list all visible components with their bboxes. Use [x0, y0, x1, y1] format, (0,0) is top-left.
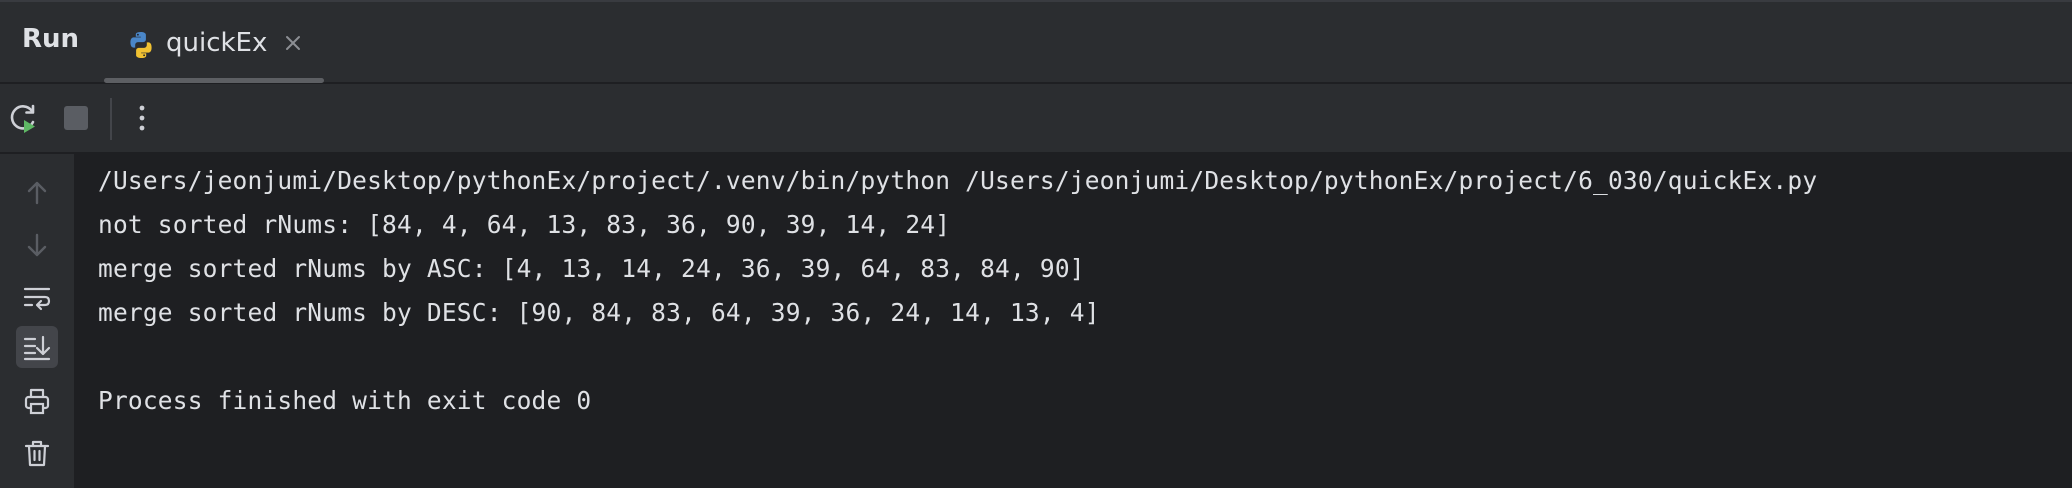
scroll-to-end-icon[interactable]: [16, 326, 58, 368]
console-line: merge sorted rNums by ASC: [4, 13, 14, 2…: [98, 254, 1085, 283]
run-header: Run quickEx: [0, 2, 2072, 84]
console-line: merge sorted rNums by DESC: [90, 84, 83,…: [98, 298, 1100, 327]
console-output[interactable]: /Users/jeonjumi/Desktop/pythonEx/project…: [74, 154, 2072, 488]
arrow-down-icon[interactable]: [16, 224, 58, 266]
close-icon[interactable]: [282, 32, 304, 54]
more-vertical-icon[interactable]: [124, 100, 160, 136]
tab-quickex[interactable]: quickEx: [104, 2, 324, 84]
rerun-icon[interactable]: [6, 100, 42, 136]
print-icon[interactable]: [16, 380, 58, 422]
run-toolbar: [0, 84, 2072, 154]
python-icon: [126, 30, 156, 60]
arrow-up-icon[interactable]: [16, 172, 58, 214]
console-line-command: /Users/jeonjumi/Desktop/pythonEx/project…: [98, 166, 1818, 195]
tool-window-title: Run: [22, 24, 80, 54]
tab-label: quickEx: [166, 28, 268, 58]
toolbar-separator: [110, 98, 112, 140]
console-line-exit-status: Process finished with exit code 0: [98, 386, 592, 415]
console-line: not sorted rNums: [84, 4, 64, 13, 83, 36…: [98, 210, 951, 239]
run-tool-window: Run quickEx /Users/jeonjumi/Desktop/pyth…: [0, 0, 2072, 488]
trash-icon[interactable]: [16, 432, 58, 474]
soft-wrap-icon[interactable]: [16, 276, 58, 318]
stop-icon[interactable]: [58, 100, 94, 136]
console-side-toolbar: [0, 154, 74, 488]
active-tab-indicator: [104, 78, 324, 83]
